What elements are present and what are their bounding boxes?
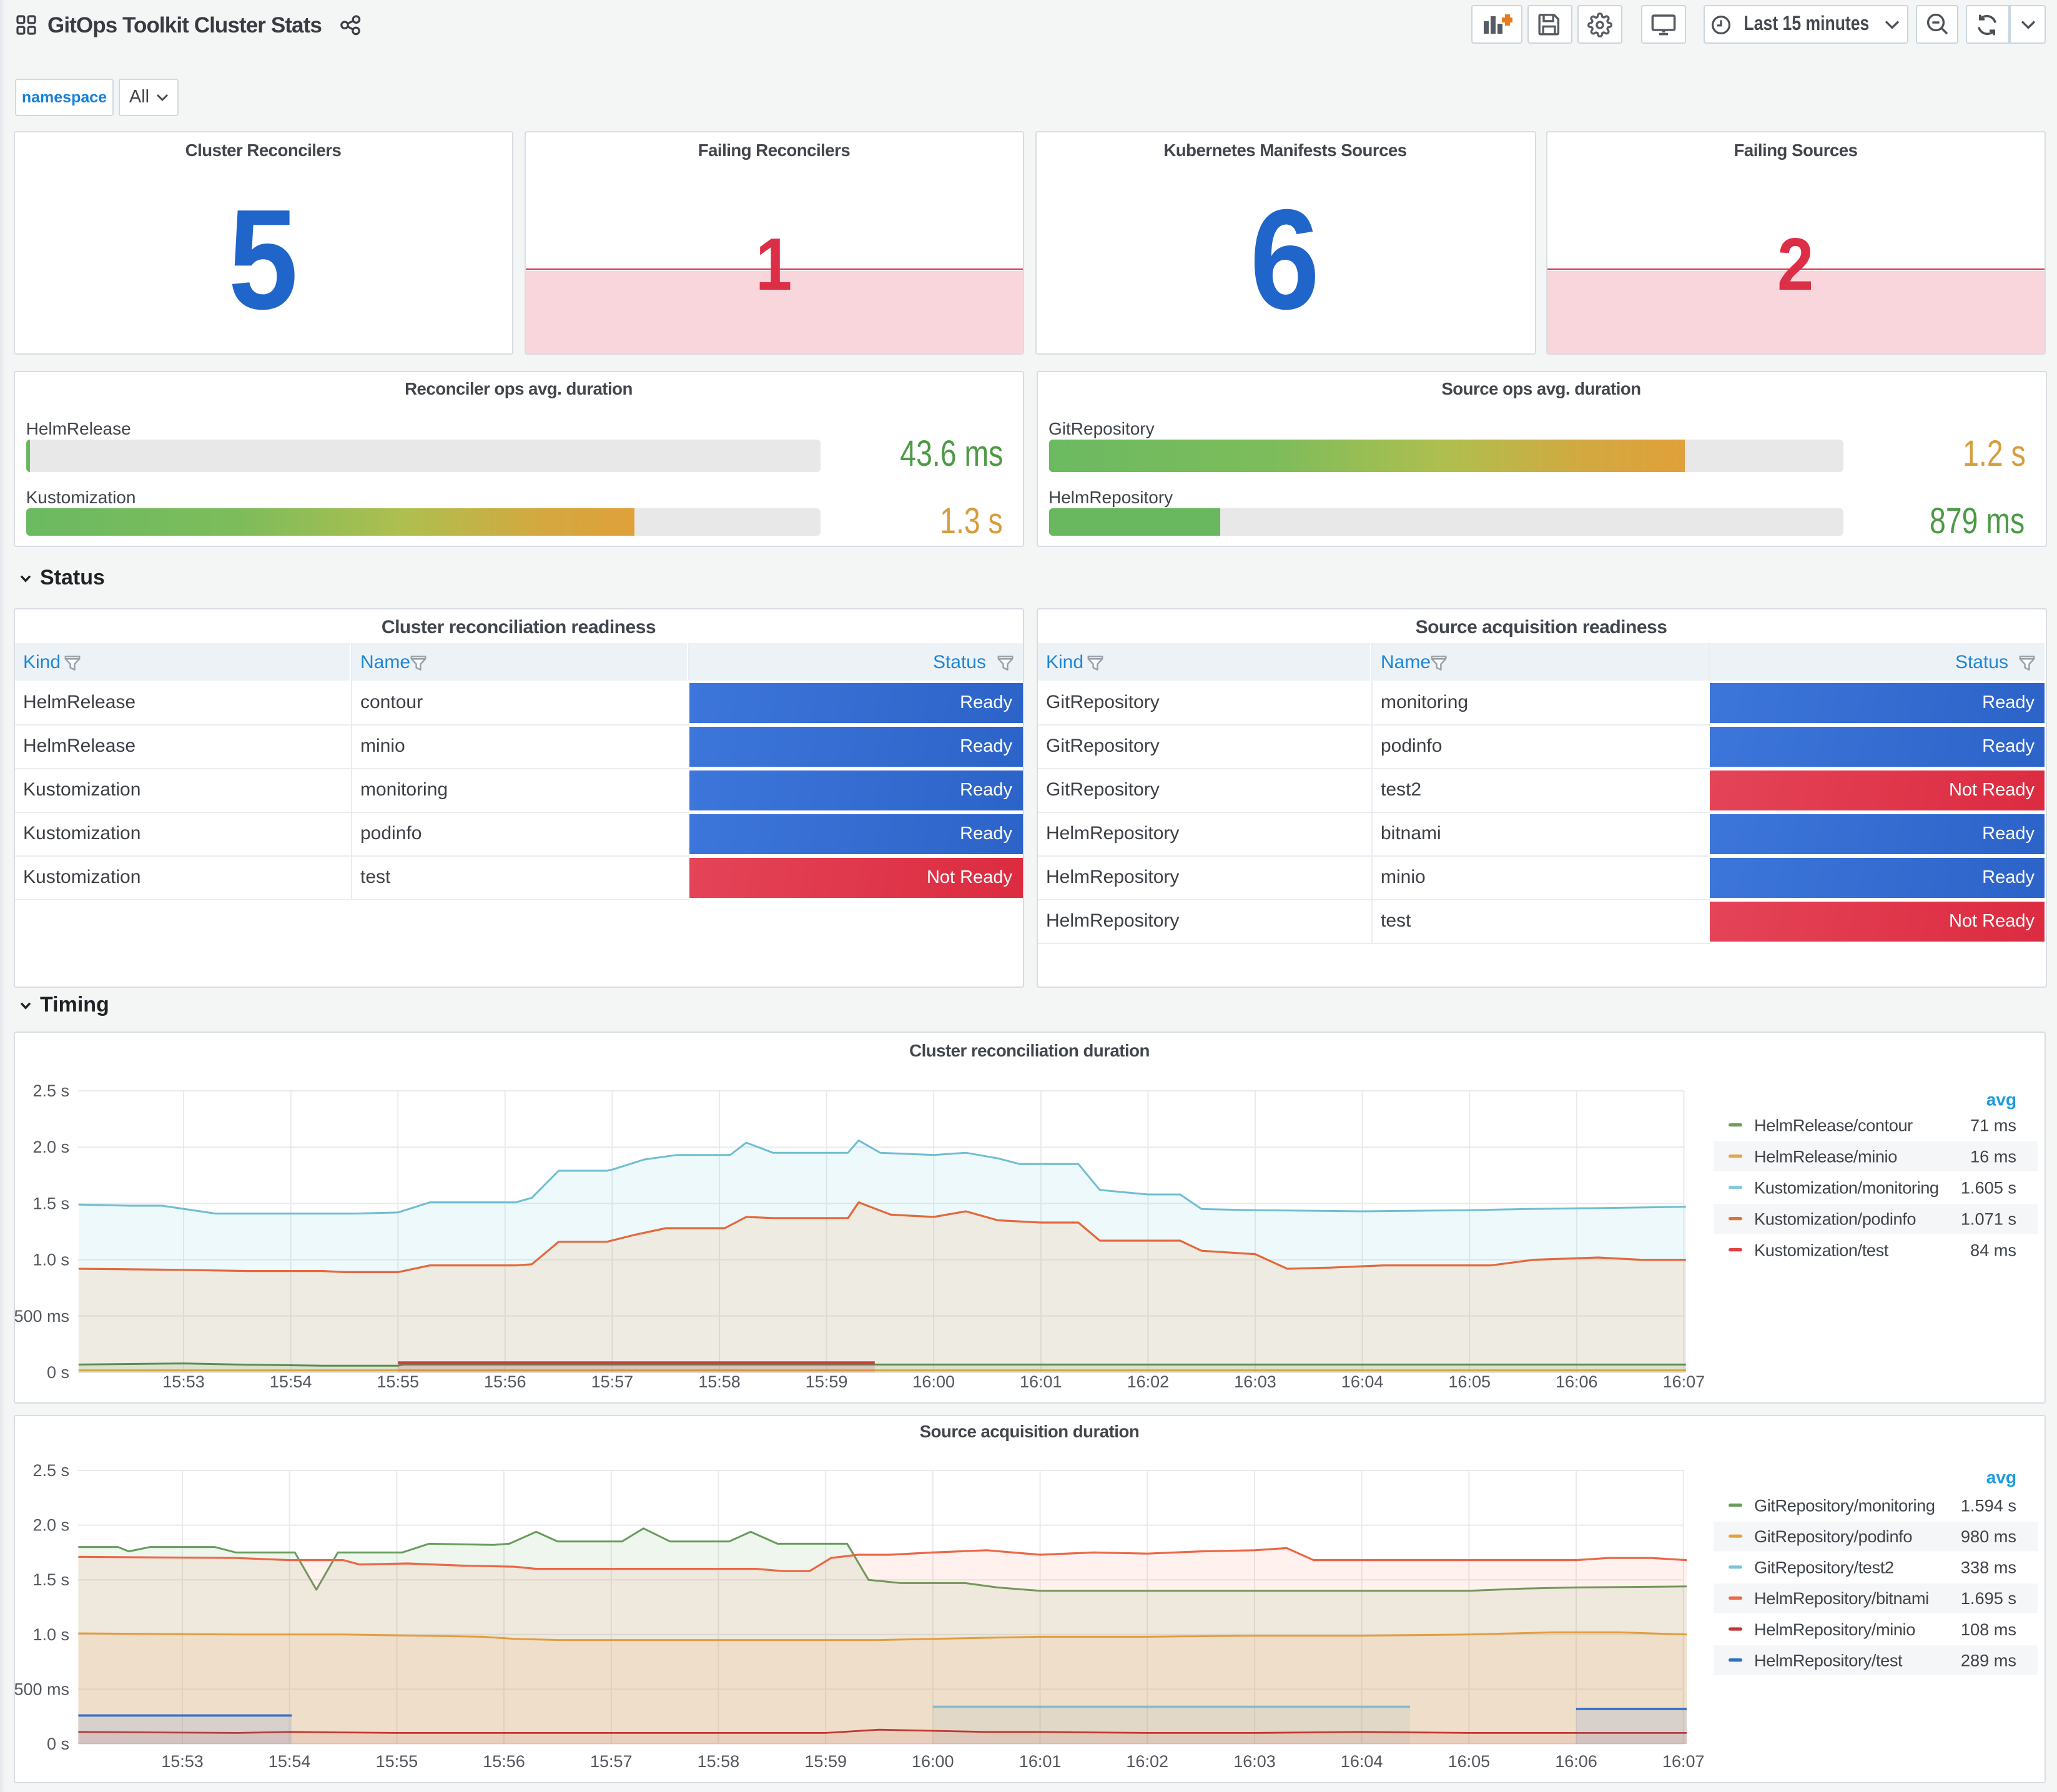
svg-text:1.0 s: 1.0 s	[32, 1625, 69, 1643]
svg-text:16:03: 16:03	[1233, 1372, 1276, 1391]
svg-text:Kustomization/monitoring: Kustomization/monitoring	[1754, 1178, 1938, 1197]
svg-text:GitRepository/podinfo: GitRepository/podinfo	[1754, 1526, 1911, 1545]
svg-text:1.0 s: 1.0 s	[32, 1251, 69, 1269]
svg-text:16:00: 16:00	[911, 1751, 954, 1770]
svg-text:500 ms: 500 ms	[13, 1307, 69, 1326]
svg-text:2.5 s: 2.5 s	[32, 1081, 69, 1100]
svg-text:16:04: 16:04	[1340, 1751, 1383, 1770]
svg-text:HelmRepository/bitnami: HelmRepository/bitnami	[1754, 1588, 1928, 1607]
svg-text:16:04: 16:04	[1341, 1372, 1383, 1391]
svg-text:HelmRelease/minio: HelmRelease/minio	[1754, 1146, 1897, 1166]
svg-text:16:05: 16:05	[1448, 1372, 1490, 1391]
svg-text:avg: avg	[1986, 1467, 2016, 1487]
svg-text:16:02: 16:02	[1125, 1751, 1168, 1770]
svg-text:HelmRepository/test: HelmRepository/test	[1754, 1650, 1902, 1669]
svg-text:15:55: 15:55	[375, 1751, 418, 1770]
svg-text:15:56: 15:56	[482, 1751, 525, 1770]
svg-text:16:07: 16:07	[1662, 1751, 1704, 1770]
svg-text:15:58: 15:58	[698, 1372, 740, 1391]
svg-text:16:00: 16:00	[912, 1372, 954, 1391]
svg-text:500 ms: 500 ms	[13, 1679, 69, 1698]
svg-text:16:01: 16:01	[1019, 1372, 1062, 1391]
svg-text:15:56: 15:56	[483, 1372, 526, 1391]
svg-text:0 s: 0 s	[46, 1363, 69, 1382]
svg-text:GitRepository/test2: GitRepository/test2	[1754, 1557, 1893, 1577]
svg-text:2.5 s: 2.5 s	[32, 1460, 69, 1479]
svg-text:avg: avg	[1986, 1090, 2016, 1110]
svg-text:15:59: 15:59	[804, 1751, 846, 1770]
svg-text:16:03: 16:03	[1233, 1751, 1275, 1770]
svg-text:16:01: 16:01	[1019, 1751, 1061, 1770]
svg-text:1.594 s: 1.594 s	[1960, 1495, 2016, 1514]
svg-text:16:05: 16:05	[1448, 1751, 1490, 1770]
svg-text:16:06: 16:06	[1554, 1751, 1597, 1770]
svg-text:84 ms: 84 ms	[1970, 1240, 2016, 1259]
svg-text:15:59: 15:59	[805, 1372, 847, 1391]
svg-text:GitRepository/monitoring: GitRepository/monitoring	[1754, 1495, 1935, 1514]
svg-text:1.071 s: 1.071 s	[1960, 1209, 2016, 1228]
svg-text:1.605 s: 1.605 s	[1960, 1178, 2016, 1197]
svg-text:980 ms: 980 ms	[1960, 1526, 2016, 1545]
svg-text:289 ms: 289 ms	[1960, 1650, 2016, 1669]
svg-text:Kustomization/test: Kustomization/test	[1754, 1240, 1888, 1259]
svg-text:Kustomization/podinfo: Kustomization/podinfo	[1754, 1209, 1915, 1228]
svg-text:71 ms: 71 ms	[1970, 1115, 2016, 1135]
svg-text:15:53: 15:53	[162, 1372, 204, 1391]
svg-text:15:54: 15:54	[269, 1372, 312, 1391]
svg-text:15:57: 15:57	[591, 1372, 633, 1391]
svg-text:16 ms: 16 ms	[1970, 1146, 2016, 1166]
svg-text:16:06: 16:06	[1555, 1372, 1597, 1391]
svg-text:1.5 s: 1.5 s	[32, 1570, 69, 1588]
svg-text:15:58: 15:58	[697, 1751, 739, 1770]
svg-text:HelmRepository/minio: HelmRepository/minio	[1754, 1619, 1915, 1638]
svg-text:1.695 s: 1.695 s	[1960, 1588, 2016, 1607]
svg-text:1.5 s: 1.5 s	[32, 1194, 69, 1213]
svg-text:15:53: 15:53	[160, 1751, 203, 1770]
svg-text:15:57: 15:57	[589, 1751, 632, 1770]
svg-text:HelmRelease/contour: HelmRelease/contour	[1754, 1115, 1912, 1135]
svg-text:16:02: 16:02	[1127, 1372, 1169, 1391]
svg-text:2.0 s: 2.0 s	[32, 1515, 69, 1534]
svg-text:15:55: 15:55	[376, 1372, 418, 1391]
svg-text:108 ms: 108 ms	[1960, 1619, 2016, 1638]
svg-text:338 ms: 338 ms	[1960, 1557, 2016, 1577]
svg-text:2.0 s: 2.0 s	[32, 1138, 69, 1156]
svg-text:16:07: 16:07	[1662, 1372, 1705, 1391]
svg-text:0 s: 0 s	[46, 1734, 69, 1753]
svg-text:15:54: 15:54	[268, 1751, 310, 1770]
